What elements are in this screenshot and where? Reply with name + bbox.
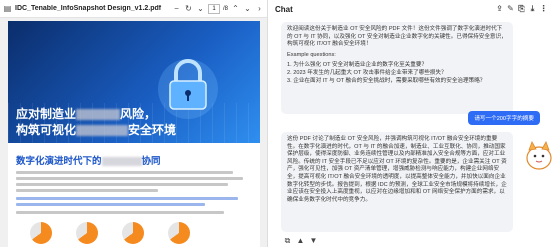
pdf-filename: IDC_Tenable_InfoSnapshot Design_v1.2.pdf [15,5,162,12]
cover-title-line1: 应对制造业 风险， [16,107,157,121]
section-heading: 数字化演进时代下的 协同 [16,156,161,167]
collapse-pane-icon[interactable]: › [255,4,264,13]
thumbs-up-icon[interactable]: ▲ [296,236,305,245]
chat-header: Chat ⇪ ✎ ⎘ ⤓ ⋮ [269,0,554,18]
next-page-icon[interactable]: ⌄ [243,4,252,13]
prev-page-icon[interactable]: ⌃ [231,4,240,13]
cover-title-line2: 构筑可视化 安全环境 [16,123,177,137]
chevron-down-icon[interactable]: ⌄ [196,4,205,13]
edit-icon[interactable]: ✎ [506,5,515,14]
pdf-page: 应对制造业 风险， 构筑可视化 安全环境 数字化演进时代下的 协同 [8,21,260,247]
example-question[interactable]: 2. 2023 年发生的几起重大 OT 攻击事件给企业带来了哪些损失？ [287,70,507,78]
message-actions: ⧉ ▲ ▼ [283,236,318,245]
thumbs-down-icon[interactable]: ▼ [309,236,318,245]
assistant-response-message: 这份 PDF 讨论了制造业 OT 安全风险，并强调构筑可视化 IT/OT 融合安… [281,132,513,232]
copy-icon[interactable]: ⧉ [283,236,292,245]
page-total: /8 [222,5,228,12]
page-number-input[interactable]: 1 [207,3,220,14]
padlock-icon [158,59,218,119]
document-section: 数字化演进时代下的 协同 [8,143,260,247]
chat-title: Chat [275,4,293,14]
pdf-toolbar: ▤ IDC_Tenable_InfoSnapshot Design_v1.2.p… [0,0,267,18]
example-question[interactable]: 1. 为什么强化 OT 安全对制造业企业的数字化至关重要？ [287,62,507,70]
response-text: 这份 PDF 讨论了制造业 OT 安全风险，并强调构筑可视化 IT/OT 融合安… [287,136,507,203]
share-icon[interactable]: ⇪ [495,5,504,14]
donut-charts [16,222,252,244]
chat-pane: Chat ⇪ ✎ ⎘ ⤓ ⋮ 欢迎阅读这份关于制造业 OT 安全风险的 PDF … [269,0,554,247]
cover-banner: 应对制造业 风险， 构筑可视化 安全环境 [8,21,260,143]
examples-label: Example questions: [287,51,336,58]
document-icon: ▤ [3,3,12,13]
assistant-mascot-icon[interactable] [524,134,554,174]
export-icon[interactable]: ⎘ [517,5,526,14]
intro-text: 欢迎阅读这份关于制造业 OT 安全风险的 PDF 文件！这份文件强调了数字化演进… [287,26,507,48]
pdf-viewer-pane: ▤ IDC_Tenable_InfoSnapshot Design_v1.2.p… [0,0,268,247]
more-icon[interactable]: ⋮ [539,5,548,14]
rotate-icon[interactable]: ↻ [184,4,193,13]
zoom-out-icon[interactable]: − [172,4,181,13]
assistant-intro-message: 欢迎阅读这份关于制造业 OT 安全风险的 PDF 文件！这份文件强调了数字化演进… [281,22,513,114]
user-message: 请写一个200字字的摘要 [468,111,540,125]
example-question[interactable]: 3. 企业在面对 IT 与 OT 融合的安全挑战时，需要采取哪些有效的安全治理策… [287,78,507,86]
download-icon[interactable]: ⤓ [528,5,537,14]
